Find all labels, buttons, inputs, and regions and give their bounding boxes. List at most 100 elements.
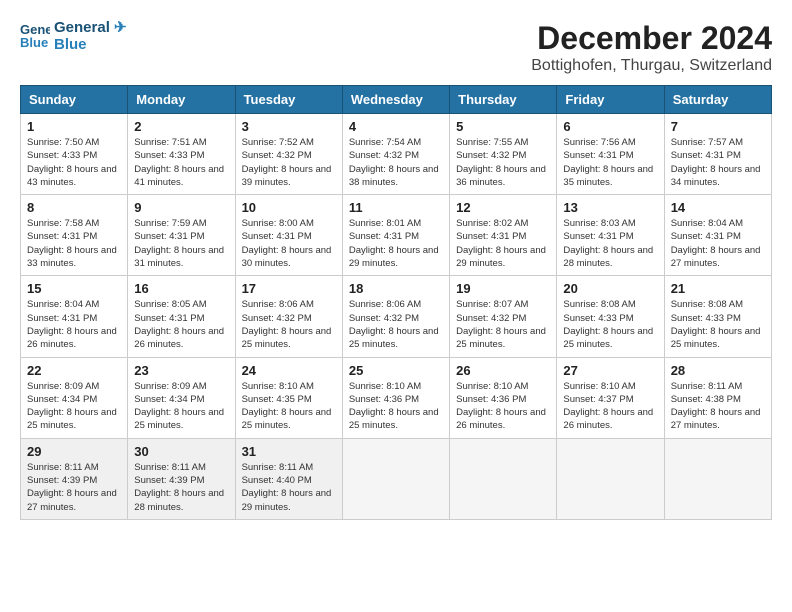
- day-number: 13: [563, 200, 657, 215]
- calendar-cell: 2 Sunrise: 7:51 AM Sunset: 4:33 PM Dayli…: [128, 114, 235, 195]
- day-info: Sunrise: 7:54 AM Sunset: 4:32 PM Dayligh…: [349, 136, 443, 189]
- day-number: 7: [671, 119, 765, 134]
- calendar-cell: 14 Sunrise: 8:04 AM Sunset: 4:31 PM Dayl…: [664, 195, 771, 276]
- calendar-cell: 19 Sunrise: 8:07 AM Sunset: 4:32 PM Dayl…: [450, 276, 557, 357]
- day-number: 4: [349, 119, 443, 134]
- header-thursday: Thursday: [450, 86, 557, 114]
- calendar-table: Sunday Monday Tuesday Wednesday Thursday…: [20, 85, 772, 520]
- day-info: Sunrise: 8:03 AM Sunset: 4:31 PM Dayligh…: [563, 217, 657, 270]
- calendar-cell: 17 Sunrise: 8:06 AM Sunset: 4:32 PM Dayl…: [235, 276, 342, 357]
- day-number: 3: [242, 119, 336, 134]
- header-saturday: Saturday: [664, 86, 771, 114]
- day-info: Sunrise: 7:52 AM Sunset: 4:32 PM Dayligh…: [242, 136, 336, 189]
- logo-icon: General Blue: [20, 20, 50, 50]
- header-monday: Monday: [128, 86, 235, 114]
- day-number: 26: [456, 363, 550, 378]
- calendar-cell: 11 Sunrise: 8:01 AM Sunset: 4:31 PM Dayl…: [342, 195, 449, 276]
- day-info: Sunrise: 8:11 AM Sunset: 4:40 PM Dayligh…: [242, 461, 336, 514]
- calendar-cell: 29 Sunrise: 8:11 AM Sunset: 4:39 PM Dayl…: [21, 438, 128, 519]
- day-info: Sunrise: 8:08 AM Sunset: 4:33 PM Dayligh…: [671, 298, 765, 351]
- day-info: Sunrise: 7:50 AM Sunset: 4:33 PM Dayligh…: [27, 136, 121, 189]
- calendar-cell: 10 Sunrise: 8:00 AM Sunset: 4:31 PM Dayl…: [235, 195, 342, 276]
- calendar-cell: 7 Sunrise: 7:57 AM Sunset: 4:31 PM Dayli…: [664, 114, 771, 195]
- day-info: Sunrise: 8:04 AM Sunset: 4:31 PM Dayligh…: [27, 298, 121, 351]
- calendar-cell: 5 Sunrise: 7:55 AM Sunset: 4:32 PM Dayli…: [450, 114, 557, 195]
- calendar-week-1: 1 Sunrise: 7:50 AM Sunset: 4:33 PM Dayli…: [21, 114, 772, 195]
- header-wednesday: Wednesday: [342, 86, 449, 114]
- calendar-cell: [664, 438, 771, 519]
- day-info: Sunrise: 8:09 AM Sunset: 4:34 PM Dayligh…: [27, 380, 121, 433]
- svg-text:Blue: Blue: [20, 35, 48, 50]
- day-info: Sunrise: 8:10 AM Sunset: 4:35 PM Dayligh…: [242, 380, 336, 433]
- calendar-cell: 23 Sunrise: 8:09 AM Sunset: 4:34 PM Dayl…: [128, 357, 235, 438]
- calendar-cell: [557, 438, 664, 519]
- calendar-cell: 6 Sunrise: 7:56 AM Sunset: 4:31 PM Dayli…: [557, 114, 664, 195]
- calendar-week-5: 29 Sunrise: 8:11 AM Sunset: 4:39 PM Dayl…: [21, 438, 772, 519]
- day-number: 16: [134, 281, 228, 296]
- day-number: 27: [563, 363, 657, 378]
- calendar-cell: 1 Sunrise: 7:50 AM Sunset: 4:33 PM Dayli…: [21, 114, 128, 195]
- day-number: 21: [671, 281, 765, 296]
- day-number: 2: [134, 119, 228, 134]
- day-info: Sunrise: 7:58 AM Sunset: 4:31 PM Dayligh…: [27, 217, 121, 270]
- day-info: Sunrise: 8:11 AM Sunset: 4:39 PM Dayligh…: [27, 461, 121, 514]
- logo: General Blue General ✈ Blue: [20, 20, 127, 53]
- calendar-cell: 24 Sunrise: 8:10 AM Sunset: 4:35 PM Dayl…: [235, 357, 342, 438]
- day-number: 20: [563, 281, 657, 296]
- day-info: Sunrise: 7:55 AM Sunset: 4:32 PM Dayligh…: [456, 136, 550, 189]
- logo-line1: General ✈: [54, 20, 127, 37]
- calendar-cell: 30 Sunrise: 8:11 AM Sunset: 4:39 PM Dayl…: [128, 438, 235, 519]
- calendar-week-4: 22 Sunrise: 8:09 AM Sunset: 4:34 PM Dayl…: [21, 357, 772, 438]
- header-friday: Friday: [557, 86, 664, 114]
- day-info: Sunrise: 8:06 AM Sunset: 4:32 PM Dayligh…: [349, 298, 443, 351]
- day-number: 29: [27, 444, 121, 459]
- day-info: Sunrise: 8:00 AM Sunset: 4:31 PM Dayligh…: [242, 217, 336, 270]
- day-info: Sunrise: 8:10 AM Sunset: 4:36 PM Dayligh…: [349, 380, 443, 433]
- day-info: Sunrise: 8:01 AM Sunset: 4:31 PM Dayligh…: [349, 217, 443, 270]
- day-info: Sunrise: 8:11 AM Sunset: 4:39 PM Dayligh…: [134, 461, 228, 514]
- day-number: 8: [27, 200, 121, 215]
- day-info: Sunrise: 7:51 AM Sunset: 4:33 PM Dayligh…: [134, 136, 228, 189]
- day-info: Sunrise: 7:59 AM Sunset: 4:31 PM Dayligh…: [134, 217, 228, 270]
- day-info: Sunrise: 7:57 AM Sunset: 4:31 PM Dayligh…: [671, 136, 765, 189]
- header-tuesday: Tuesday: [235, 86, 342, 114]
- calendar-cell: 20 Sunrise: 8:08 AM Sunset: 4:33 PM Dayl…: [557, 276, 664, 357]
- calendar-cell: 4 Sunrise: 7:54 AM Sunset: 4:32 PM Dayli…: [342, 114, 449, 195]
- day-number: 6: [563, 119, 657, 134]
- day-info: Sunrise: 8:05 AM Sunset: 4:31 PM Dayligh…: [134, 298, 228, 351]
- calendar-cell: [342, 438, 449, 519]
- day-info: Sunrise: 8:07 AM Sunset: 4:32 PM Dayligh…: [456, 298, 550, 351]
- day-number: 24: [242, 363, 336, 378]
- page-wrapper: General Blue General ✈ Blue December 202…: [20, 20, 772, 520]
- calendar-week-3: 15 Sunrise: 8:04 AM Sunset: 4:31 PM Dayl…: [21, 276, 772, 357]
- day-info: Sunrise: 8:06 AM Sunset: 4:32 PM Dayligh…: [242, 298, 336, 351]
- calendar-cell: [450, 438, 557, 519]
- logo-line2: Blue: [54, 37, 127, 54]
- day-number: 17: [242, 281, 336, 296]
- calendar-cell: 31 Sunrise: 8:11 AM Sunset: 4:40 PM Dayl…: [235, 438, 342, 519]
- calendar-cell: 22 Sunrise: 8:09 AM Sunset: 4:34 PM Dayl…: [21, 357, 128, 438]
- day-info: Sunrise: 7:56 AM Sunset: 4:31 PM Dayligh…: [563, 136, 657, 189]
- calendar-week-2: 8 Sunrise: 7:58 AM Sunset: 4:31 PM Dayli…: [21, 195, 772, 276]
- day-number: 15: [27, 281, 121, 296]
- day-number: 10: [242, 200, 336, 215]
- day-number: 9: [134, 200, 228, 215]
- month-title: December 2024: [531, 20, 772, 57]
- location-title: Bottighofen, Thurgau, Switzerland: [531, 57, 772, 75]
- day-number: 12: [456, 200, 550, 215]
- day-info: Sunrise: 8:10 AM Sunset: 4:37 PM Dayligh…: [563, 380, 657, 433]
- calendar-cell: 15 Sunrise: 8:04 AM Sunset: 4:31 PM Dayl…: [21, 276, 128, 357]
- day-number: 30: [134, 444, 228, 459]
- day-number: 18: [349, 281, 443, 296]
- day-number: 19: [456, 281, 550, 296]
- day-info: Sunrise: 8:02 AM Sunset: 4:31 PM Dayligh…: [456, 217, 550, 270]
- calendar-cell: 26 Sunrise: 8:10 AM Sunset: 4:36 PM Dayl…: [450, 357, 557, 438]
- day-number: 11: [349, 200, 443, 215]
- day-info: Sunrise: 8:10 AM Sunset: 4:36 PM Dayligh…: [456, 380, 550, 433]
- calendar-cell: 12 Sunrise: 8:02 AM Sunset: 4:31 PM Dayl…: [450, 195, 557, 276]
- calendar-cell: 18 Sunrise: 8:06 AM Sunset: 4:32 PM Dayl…: [342, 276, 449, 357]
- day-info: Sunrise: 8:04 AM Sunset: 4:31 PM Dayligh…: [671, 217, 765, 270]
- calendar-cell: 28 Sunrise: 8:11 AM Sunset: 4:38 PM Dayl…: [664, 357, 771, 438]
- header-row: Sunday Monday Tuesday Wednesday Thursday…: [21, 86, 772, 114]
- day-info: Sunrise: 8:09 AM Sunset: 4:34 PM Dayligh…: [134, 380, 228, 433]
